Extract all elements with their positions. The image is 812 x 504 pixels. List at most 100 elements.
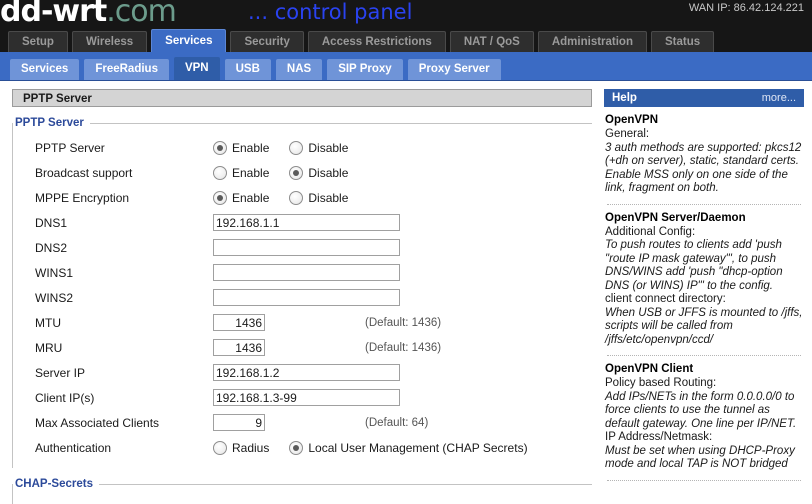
logo-brand: dd-wrt [0, 0, 107, 29]
chap-secrets-fieldset: CHAP-Secrets [12, 478, 592, 504]
radio-dot-icon [213, 190, 227, 205]
row-server-ip: Server IP [13, 360, 592, 385]
max-clients-default-note: (Default: 64) [365, 416, 429, 429]
main-tab-status[interactable]: Status [650, 31, 715, 52]
radio-mppe-encryption-disable[interactable]: Disable [289, 190, 348, 205]
help-section-openvpn-server: OpenVPN Server/Daemon Additional Config:… [604, 205, 804, 356]
help-text-plain: Policy based Routing: [605, 377, 717, 389]
wins2-input[interactable] [213, 289, 400, 306]
radio-dot-icon [289, 190, 304, 205]
help-text-italic: 3 auth methods are supported: pkcs12 (+d… [605, 141, 802, 195]
radio-auth-radius[interactable]: Radius [213, 440, 270, 455]
radio-auth-local-user-management[interactable]: Local User Management (CHAP Secrets) [289, 440, 528, 455]
help-title: Help [612, 92, 637, 104]
radiogroup-mppe-encryption: Enable Disable [213, 190, 362, 205]
sub-tab-sip-proxy[interactable]: SIP Proxy [327, 59, 403, 80]
help-divider [607, 479, 801, 481]
radio-pptp-server-enable[interactable]: Enable [213, 140, 270, 155]
help-section-openvpn-client: OpenVPN Client Policy based Routing: Add… [604, 356, 804, 481]
help-section-openvpn: OpenVPN General: 3 auth methods are supp… [604, 107, 804, 205]
main-tab-wireless[interactable]: Wireless [71, 31, 148, 52]
dns1-input[interactable] [213, 214, 400, 231]
page-body: PPTP Server PPTP Server PPTP Server Enab… [0, 81, 812, 504]
row-pptp-server: PPTP Server Enable Disable [13, 135, 592, 160]
radio-broadcast-support-enable[interactable]: Enable [213, 165, 270, 180]
label-dns2: DNS2 [35, 240, 68, 255]
mru-default-note: (Default: 1436) [365, 341, 442, 354]
page-header: dd-wrt.com ... control panel WAN IP: 86.… [0, 0, 812, 52]
main-tab-nat-qos[interactable]: NAT / QoS [449, 31, 534, 52]
radio-broadcast-support-disable[interactable]: Disable [289, 165, 348, 180]
mtu-default-note: (Default: 1436) [365, 316, 442, 329]
help-heading: OpenVPN Server/Daemon [605, 211, 746, 224]
radio-dot-icon [289, 165, 304, 180]
main-tab-bar: Setup Wireless Services Security Access Rest… [8, 28, 718, 52]
row-mru: MRU (Default: 1436) [13, 335, 592, 360]
mru-input[interactable] [213, 339, 265, 356]
sub-tab-services[interactable]: Services [10, 59, 80, 80]
row-dns1: DNS1 [13, 210, 592, 235]
help-text-plain: General: [605, 128, 650, 140]
row-wins1: WINS1 [13, 260, 592, 285]
logo-suffix: .com [106, 0, 177, 29]
radio-label: Enable [232, 140, 270, 155]
row-authentication: Authentication Radius Local User Managem… [13, 435, 592, 460]
row-client-ips: Client IP(s) [13, 385, 592, 410]
radio-pptp-server-disable[interactable]: Disable [289, 140, 349, 155]
max-clients-input[interactable] [213, 414, 265, 431]
label-max-clients: Max Associated Clients [35, 415, 160, 430]
help-header: Help more... [604, 89, 804, 107]
main-tab-setup[interactable]: Setup [8, 31, 68, 52]
server-ip-input[interactable] [213, 364, 400, 381]
help-text-plain: Additional Config: [605, 225, 696, 238]
settings-content: PPTP Server PPTP Server PPTP Server Enab… [12, 89, 592, 504]
wins1-input[interactable] [213, 264, 400, 281]
radio-dot-icon [213, 440, 227, 455]
radio-label: Enable [232, 165, 270, 180]
main-tab-access-restrictions[interactable]: Access Restrictions [307, 31, 446, 52]
radio-dot-icon [289, 440, 304, 455]
row-broadcast-support: Broadcast support Enable Disable [13, 160, 592, 185]
label-authentication: Authentication [35, 440, 112, 455]
radio-dot-icon [213, 140, 227, 155]
help-text-plain-3: IP Address/Netmask: [605, 431, 713, 443]
help-panel: Help more... OpenVPN General: 3 auth met… [604, 89, 804, 481]
row-max-clients: Max Associated Clients (Default: 64) [13, 410, 592, 435]
main-tab-security[interactable]: Security [230, 31, 304, 52]
radio-label: Local User Management (CHAP Secrets) [308, 440, 528, 455]
radio-dot-icon [289, 140, 304, 155]
sub-tab-freeradius[interactable]: FreeRadius [84, 59, 169, 80]
main-tab-administration[interactable]: Administration [537, 31, 647, 52]
mtu-input[interactable] [213, 314, 265, 331]
radio-mppe-encryption-enable[interactable]: Enable [213, 190, 269, 205]
help-heading: OpenVPN Client [605, 363, 694, 375]
sub-tab-usb[interactable]: USB [224, 59, 271, 80]
radiogroup-authentication: Radius Local User Management (CHAP Secre… [213, 440, 542, 455]
help-heading: OpenVPN [605, 114, 659, 126]
row-mtu: MTU (Default: 1436) [13, 310, 592, 335]
sub-tab-nas[interactable]: NAS [275, 59, 323, 80]
label-mppe-encryption: MPPE Encryption [35, 190, 130, 205]
client-ips-input[interactable] [213, 389, 400, 406]
dns2-input[interactable] [213, 239, 400, 256]
main-tab-services[interactable]: Services [151, 29, 227, 52]
row-mppe-encryption: MPPE Encryption Enable Disable [13, 185, 592, 210]
label-server-ip: Server IP [35, 365, 86, 380]
radio-label: Radius [232, 440, 270, 455]
label-broadcast-support: Broadcast support [35, 165, 133, 180]
wan-ip-status: WAN IP: 86.42.124.221 [688, 2, 804, 14]
row-dns2: DNS2 [13, 235, 592, 260]
radio-dot-icon [213, 165, 227, 180]
label-client-ips: Client IP(s) [35, 390, 95, 405]
row-wins2: WINS2 [13, 285, 592, 310]
sub-tab-vpn[interactable]: VPN [173, 57, 220, 80]
sub-tab-proxy-server[interactable]: Proxy Server [407, 59, 501, 80]
help-more-link[interactable]: more... [762, 89, 796, 107]
label-mru: MRU [35, 340, 63, 355]
label-pptp-server: PPTP Server [35, 140, 105, 155]
sub-tab-bar: Services FreeRadius VPN USB NAS SIP Proxy Prox… [0, 52, 812, 81]
radio-label: Disable [308, 140, 349, 155]
label-mtu: MTU [35, 315, 61, 330]
panel-title: PPTP Server [12, 89, 592, 107]
help-text-italic: Add IPs/NETs in the form 0.0.0.0/0 to fo… [605, 390, 797, 430]
